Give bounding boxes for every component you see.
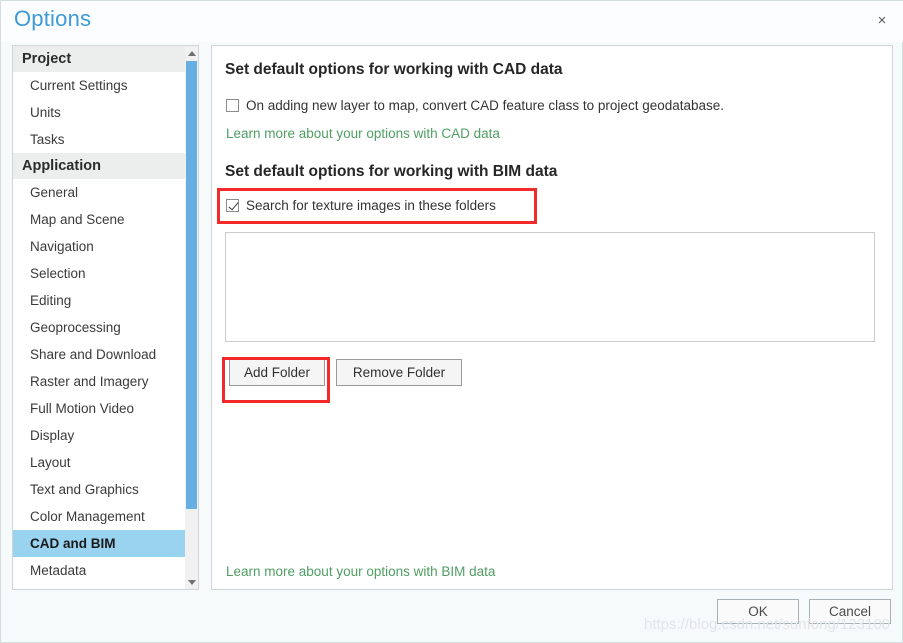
- sidebar-item-text-and-graphics[interactable]: Text and Graphics: [13, 476, 198, 503]
- bim-texture-checkbox-label: Search for texture images in these folde…: [246, 198, 496, 213]
- add-folder-button[interactable]: Add Folder: [229, 359, 325, 386]
- texture-folders-listbox[interactable]: [225, 232, 875, 342]
- close-icon[interactable]: ×: [870, 9, 894, 31]
- cad-convert-checkbox-label: On adding new layer to map, convert CAD …: [246, 98, 725, 113]
- sidebar-item-general[interactable]: General: [13, 179, 198, 206]
- sidebar-item-selection[interactable]: Selection: [13, 260, 198, 287]
- sidebar-item-full-motion-video[interactable]: Full Motion Video: [13, 395, 198, 422]
- sidebar-group-header-project: Project: [13, 46, 198, 72]
- sidebar-item-editing[interactable]: Editing: [13, 287, 198, 314]
- title-bar: Options ×: [1, 1, 903, 42]
- cad-convert-checkbox-row[interactable]: On adding new layer to map, convert CAD …: [226, 98, 724, 113]
- cad-learn-more-link[interactable]: Learn more about your options with CAD d…: [226, 126, 500, 141]
- sidebar-scrollbar-thumb[interactable]: [186, 61, 197, 509]
- options-dialog: Options × Project Current Settings Units…: [0, 0, 903, 643]
- sidebar-group-header-application: Application: [13, 153, 198, 179]
- scroll-down-arrow-icon[interactable]: [185, 575, 198, 589]
- bim-texture-checkbox[interactable]: [226, 199, 239, 212]
- sidebar-item-raster-and-imagery[interactable]: Raster and Imagery: [13, 368, 198, 395]
- sidebar-item-display[interactable]: Display: [13, 422, 198, 449]
- page-title: Options: [14, 6, 92, 31]
- bim-learn-more-link[interactable]: Learn more about your options with BIM d…: [226, 564, 495, 579]
- cad-and-bim-settings-panel: Set default options for working with CAD…: [211, 45, 893, 590]
- remove-folder-button[interactable]: Remove Folder: [336, 359, 462, 386]
- sidebar-item-navigation[interactable]: Navigation: [13, 233, 198, 260]
- sidebar-item-current-settings[interactable]: Current Settings: [13, 72, 198, 99]
- bim-texture-checkbox-row[interactable]: Search for texture images in these folde…: [226, 198, 496, 213]
- sidebar-item-geoprocessing[interactable]: Geoprocessing: [13, 314, 198, 341]
- sidebar-item-layout[interactable]: Layout: [13, 449, 198, 476]
- sidebar-item-share-and-download[interactable]: Share and Download: [13, 341, 198, 368]
- sidebar-item-cad-and-bim[interactable]: CAD and BIM: [13, 530, 198, 557]
- sidebar-item-tasks[interactable]: Tasks: [13, 126, 198, 153]
- sidebar-item-color-management[interactable]: Color Management: [13, 503, 198, 530]
- cad-section-heading: Set default options for working with CAD…: [225, 61, 563, 78]
- bim-section-heading: Set default options for working with BIM…: [225, 163, 558, 180]
- watermark-text: https://blog.csdn.net/sunfong/123100: [644, 616, 891, 633]
- sidebar-scrollbar[interactable]: [185, 45, 199, 590]
- dialog-footer: OK Cancel: [1, 588, 903, 642]
- settings-sidebar[interactable]: Project Current Settings Units Tasks App…: [12, 45, 199, 590]
- scroll-up-arrow-icon[interactable]: [185, 46, 198, 60]
- sidebar-item-metadata[interactable]: Metadata: [13, 557, 198, 584]
- sidebar-item-units[interactable]: Units: [13, 99, 198, 126]
- sidebar-item-map-and-scene[interactable]: Map and Scene: [13, 206, 198, 233]
- cad-convert-checkbox[interactable]: [226, 99, 239, 112]
